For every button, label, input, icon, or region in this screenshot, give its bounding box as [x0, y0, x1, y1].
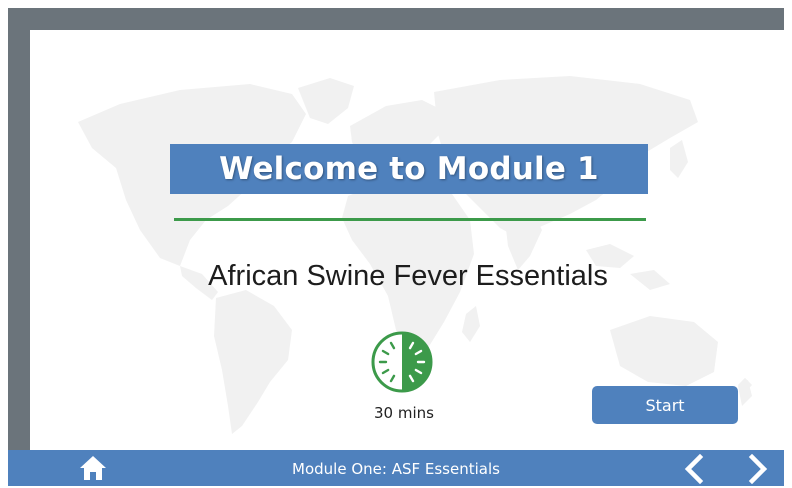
module-subtitle: African Swine Fever Essentials [208, 260, 608, 292]
chevron-left-icon[interactable] [680, 454, 708, 484]
title-divider [174, 218, 646, 221]
slide-canvas: Welcome to Module 1 African Swine Fever … [30, 30, 786, 454]
page-title: Welcome to Module 1 [219, 151, 599, 187]
timer-icon [371, 331, 433, 393]
footer-bar: Module One: ASF Essentials [8, 450, 784, 486]
start-button[interactable]: Start [592, 386, 738, 424]
title-banner: Welcome to Module 1 [170, 144, 648, 194]
chevron-right-icon[interactable] [744, 454, 772, 484]
home-icon[interactable] [78, 454, 108, 482]
slide-frame: Welcome to Module 1 African Swine Fever … [8, 8, 786, 478]
duration-label: 30 mins [374, 404, 434, 422]
footer-title: Module One: ASF Essentials [292, 460, 500, 478]
